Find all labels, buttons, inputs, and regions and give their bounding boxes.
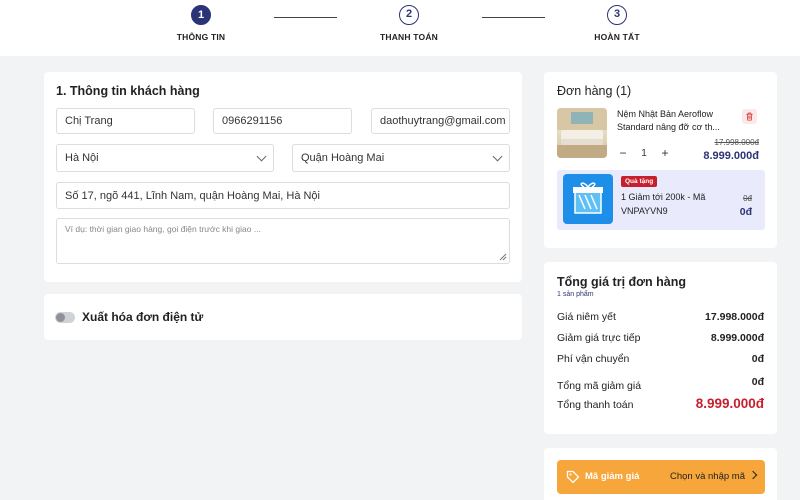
province-value: Hà Nội: [65, 152, 99, 164]
summary-label: Phí vận chuyển: [557, 353, 630, 365]
product-old-price: 17.998.000đ: [714, 138, 760, 147]
product-name-line1: Nệm Nhật Bản Aeroflow: [617, 109, 714, 119]
step-complete: 3 HOÀN TẤT: [557, 5, 677, 42]
address-field[interactable]: Số 17, ngõ 441, Lĩnh Nam, quận Hoàng Mai…: [56, 182, 510, 209]
summary-value: 0đ: [751, 353, 764, 365]
decrease-qty-button[interactable]: −: [617, 146, 629, 160]
note-textarea[interactable]: Ví dụ: thời gian giao hàng, gọi điện trư…: [56, 218, 510, 264]
phone-value: 0966291156: [222, 115, 283, 127]
gift-name-line1: 1 Giảm tới 200k - Mã: [621, 192, 706, 202]
district-select[interactable]: Quận Hoàng Mai: [292, 144, 510, 172]
coupon-button[interactable]: Mã giảm giá Chọn và nhập mã: [557, 460, 765, 494]
order-card: Đơn hàng (1) Nệm Nhật Bản Aeroflow Stand…: [544, 72, 777, 248]
province-select[interactable]: Hà Nội: [56, 144, 274, 172]
gift-box-icon: [573, 182, 603, 214]
step-connector: [482, 17, 545, 18]
gift-name: 1 Giảm tới 200k - Mã VNPAYVN9: [621, 190, 705, 218]
summary-label: Tổng mã giảm giá: [557, 380, 642, 392]
checkout-stepper: 1 THÔNG TIN 2 THANH TOÁN 3 HOÀN TẤT: [0, 0, 800, 56]
address-value: Số 17, ngõ 441, Lĩnh Nam, quận Hoàng Mai…: [65, 189, 320, 202]
note-placeholder: Ví dụ: thời gian giao hàng, gọi điện trư…: [65, 224, 261, 234]
gift-item: Quà tặng 1 Giảm tới 200k - Mã VNPAYVN9 0…: [557, 170, 765, 230]
coupon-card: Mã giảm giá Chọn và nhập mã: [544, 448, 777, 500]
summary-row-total: Tổng thanh toán 8.999.000đ: [557, 396, 764, 411]
chevron-down-icon: [492, 151, 503, 162]
resize-handle-icon[interactable]: [499, 253, 507, 261]
summary-label: Giảm giá trực tiếp: [557, 332, 641, 344]
step-label: HOÀN TẤT: [594, 32, 640, 42]
quantity-stepper: − 1 +: [617, 146, 671, 160]
invoice-label: Xuất hóa đơn điện tử: [82, 310, 204, 324]
tag-icon: [566, 470, 580, 484]
product-image[interactable]: [557, 108, 607, 158]
product-price: 8.999.000đ: [703, 150, 759, 162]
summary-subtitle: 1 sản phẩm: [557, 291, 594, 298]
gift-name-line2: VNPAYVN9: [621, 206, 668, 216]
customer-info-title: 1. Thông tin khách hàng: [56, 84, 200, 98]
district-value: Quận Hoàng Mai: [301, 152, 385, 164]
step-payment: 2 THANH TOÁN: [349, 5, 469, 42]
remove-product-button[interactable]: [742, 109, 757, 124]
chevron-right-icon: [748, 470, 758, 480]
summary-row-coupon-total: Tổng mã giảm giá 0đ: [557, 376, 764, 392]
email-field[interactable]: daothuytrang@gmail.com: [371, 108, 510, 134]
summary-row-shipping: Phí vận chuyển 0đ: [557, 353, 764, 365]
gift-badge: Quà tặng: [621, 176, 658, 187]
name-field[interactable]: Chị Trang: [56, 108, 195, 134]
gift-old-price: 0đ: [743, 194, 752, 203]
coupon-action: Chọn và nhập mã: [670, 471, 745, 482]
email-value: daothuytrang@gmail.com: [380, 115, 506, 127]
invoice-card: Xuất hóa đơn điện tử: [44, 294, 522, 340]
summary-value: 8.999.000đ: [710, 332, 764, 344]
step-number: 2: [399, 5, 419, 25]
phone-field[interactable]: 0966291156: [213, 108, 352, 134]
order-title: Đơn hàng (1): [557, 84, 632, 98]
step-connector: [274, 17, 337, 18]
increase-qty-button[interactable]: +: [659, 146, 671, 160]
product-name-line2: Standard nâng đỡ cơ th...: [617, 122, 720, 132]
gift-image: [563, 174, 613, 224]
summary-label: Giá niêm yết: [557, 311, 616, 323]
invoice-toggle[interactable]: [55, 312, 75, 323]
step-label: THANH TOÁN: [379, 32, 439, 42]
quantity-value[interactable]: 1: [629, 148, 659, 159]
product-name[interactable]: Nệm Nhật Bản Aeroflow Standard nâng đỡ c…: [617, 108, 747, 134]
summary-title: Tổng giá trị đơn hàng: [557, 275, 687, 289]
coupon-label: Mã giảm giá: [585, 471, 640, 482]
summary-value: 0đ: [751, 376, 764, 388]
customer-info-card: 1. Thông tin khách hàng Chị Trang 096629…: [44, 72, 522, 282]
name-value: Chị Trang: [65, 115, 113, 127]
gift-price: 0đ: [739, 206, 752, 218]
mattress-image-icon: [557, 108, 607, 158]
summary-row-direct-discount: Giảm giá trực tiếp 8.999.000đ: [557, 332, 764, 344]
step-number: 1: [191, 5, 211, 25]
step-info: 1 THÔNG TIN: [141, 5, 261, 42]
summary-value: 17.998.000đ: [705, 311, 764, 323]
summary-total-value: 8.999.000đ: [695, 396, 764, 411]
summary-total-label: Tổng thanh toán: [557, 399, 634, 411]
step-number: 3: [607, 5, 627, 25]
order-summary-card: Tổng giá trị đơn hàng 1 sản phẩm Giá niê…: [544, 262, 777, 434]
trash-icon: [746, 112, 753, 121]
chevron-down-icon: [256, 151, 267, 162]
step-label: THÔNG TIN: [176, 32, 226, 42]
summary-row-list-price: Giá niêm yết 17.998.000đ: [557, 311, 764, 323]
